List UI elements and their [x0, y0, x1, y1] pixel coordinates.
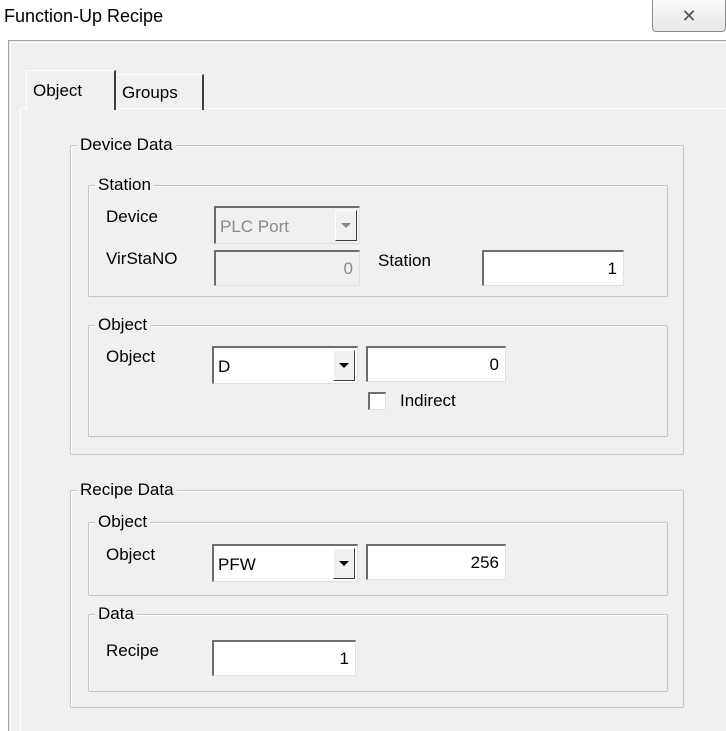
close-icon: ✕: [681, 5, 697, 26]
tab-groups-label: Groups: [122, 82, 178, 102]
tab-object[interactable]: Object: [26, 70, 116, 110]
close-button[interactable]: ✕: [652, 0, 726, 32]
tab-groups[interactable]: Groups: [116, 74, 204, 110]
tab-object-label: Object: [33, 80, 83, 100]
window-title: Function-Up Recipe: [4, 6, 164, 26]
tab-page: [20, 108, 726, 731]
